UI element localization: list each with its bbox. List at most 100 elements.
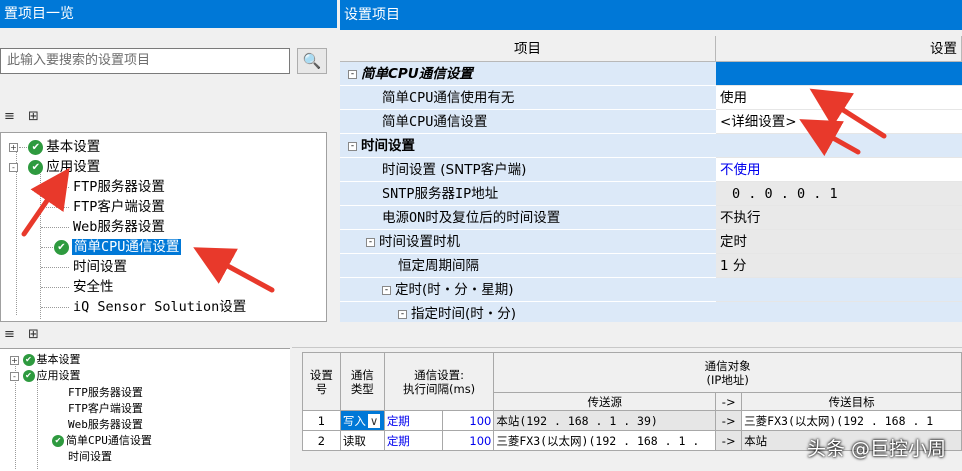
search-input[interactable]: 此输入要搜索的设置项目 <box>0 48 290 74</box>
tree-item-label-selected: 简单CPU通信设置 <box>72 239 182 255</box>
grid-row[interactable]: - 简单CPU通信设置 <box>340 62 962 86</box>
header-setting: 设置 <box>716 36 962 62</box>
grid-row[interactable]: 简单CPU通信使用有无 使用 <box>340 86 962 110</box>
grid-row[interactable]: - 定时(时・分・星期) <box>340 278 962 302</box>
expand-icon[interactable]: + <box>9 142 18 152</box>
collapse-icon[interactable]: - <box>10 371 19 381</box>
group-title: 时间设置 <box>361 138 415 154</box>
tree-item-ftp-server[interactable]: FTP服务器设置 <box>73 177 165 197</box>
tree-expand-icon[interactable]: ⊞ <box>28 109 44 125</box>
row-label: 电源ON时及复位后的时间设置 <box>340 206 716 230</box>
cell-timing[interactable]: 定期 <box>383 430 443 451</box>
tree-item-simple-cpu[interactable]: ✔ 简单CPU通信设置 <box>54 237 182 257</box>
cell-type[interactable]: 读取 <box>339 430 385 451</box>
cell-interval[interactable]: 100 <box>441 430 495 451</box>
row-value[interactable] <box>716 62 962 86</box>
row-value[interactable]: 定时 <box>716 230 962 254</box>
row-value[interactable]: 1 分 <box>716 254 962 278</box>
binoculars-icon[interactable]: 🔍 <box>297 48 327 74</box>
row-label: - 指定时间(时・分) <box>340 302 716 322</box>
row-label: 简单CPU通信使用有无 <box>340 86 716 110</box>
collapse-icon[interactable]: - <box>348 69 357 79</box>
check-icon: ✔ <box>28 159 44 175</box>
collapse-icon[interactable]: - <box>348 141 357 151</box>
tree-item-security[interactable]: 安全性 <box>73 277 114 297</box>
app-window: 置项目一览 此输入要搜索的设置项目 🔍 ≡ ⊞ + ✔ 基本设置 - ✔ 应用设置 … <box>0 0 962 471</box>
sort-icon[interactable]: ≡ <box>4 109 20 125</box>
collapse-icon[interactable]: - <box>382 285 391 295</box>
check-icon: ✔ <box>22 354 35 366</box>
tree-item-web-server[interactable]: Web服务器设置 <box>73 217 165 237</box>
cell-arrow: -> <box>715 430 743 451</box>
tree-item-ftp-client[interactable]: FTP客户端设置 <box>73 197 165 217</box>
row-label: - 简单CPU通信设置 <box>340 62 716 86</box>
settings-tree: + ✔ 基本设置 - ✔ 应用设置 FTP服务器设置 FTP客户端设置 Web服务器… <box>0 132 327 322</box>
tree-item-web-server[interactable]: Web服务器设置 <box>68 417 143 432</box>
row-value <box>716 302 962 322</box>
row-value[interactable]: 使用 <box>716 86 962 110</box>
header-dest: 传送目标 <box>741 392 962 411</box>
row-label: 恒定周期间隔 <box>340 254 716 278</box>
expand-icon[interactable]: + <box>10 355 19 365</box>
settings-grid-pane: 设置项目 项目 设置 - 简单CPU通信设置 简单CPU通信使用有无 使用 简单C… <box>340 0 962 322</box>
row-label: 简单CPU通信设置 <box>340 110 716 134</box>
tree-item-label: 基本设置 <box>36 353 81 366</box>
grid-row[interactable]: 时间设置 (SNTP客户端) 不使用 <box>340 158 962 182</box>
check-icon: ✔ <box>54 239 69 255</box>
grid-row[interactable]: - 时间设置时机 定时 <box>340 230 962 254</box>
tree-item-label: 应用设置 <box>46 159 101 175</box>
cell-interval[interactable]: 100 <box>441 410 495 431</box>
tree-item-basic[interactable]: + ✔ 基本设置 <box>10 352 81 367</box>
grid-header: 项目 设置 <box>340 36 962 62</box>
tree-item-label: 基本设置 <box>46 139 101 155</box>
grid-row[interactable]: - 时间设置 <box>340 134 962 158</box>
row-value[interactable]: 0 . 0 . 0 . 1 <box>716 182 962 206</box>
tree-item-basic[interactable]: + ✔ 基本设置 <box>9 137 100 157</box>
tree-item-ftp-server[interactable]: FTP服务器设置 <box>68 385 143 400</box>
check-icon: ✔ <box>22 370 35 382</box>
grid-row[interactable]: 恒定周期间隔 1 分 <box>340 254 962 278</box>
bottom-tree-toolbar: ≡ ⊞ <box>0 322 290 348</box>
tree-item-application[interactable]: - ✔ 应用设置 <box>9 157 100 177</box>
comm-type-value: 写入 <box>342 413 366 428</box>
cell-source[interactable]: 本站(192 . 168 . 1 . 39) <box>493 410 717 431</box>
row-label: SNTP服务器IP地址 <box>340 182 716 206</box>
tree-item-application[interactable]: - ✔ 应用设置 <box>10 368 81 383</box>
header-comm-setting: 通信设置: 执行间隔(ms) <box>383 352 495 411</box>
check-icon: ✔ <box>52 435 64 447</box>
row-value[interactable]: 不使用 <box>716 158 962 182</box>
row-value <box>716 278 962 302</box>
tree-item-ftp-client[interactable]: FTP客户端设置 <box>68 401 143 416</box>
row-value[interactable]: 不执行 <box>716 206 962 230</box>
grid-row[interactable]: 简单CPU通信设置 <详细设置> <box>340 110 962 134</box>
collapse-icon[interactable]: - <box>398 309 407 319</box>
comm-type-select[interactable]: 写入 ∨ <box>339 410 385 431</box>
collapse-icon[interactable]: - <box>9 162 18 172</box>
tree-item-iq-sensor[interactable]: iQ Sensor Solution设置 <box>73 297 246 317</box>
header-source: 传送源 <box>493 392 717 411</box>
table-row[interactable]: 1 写入 ∨ 定期 100 本站(192 . 168 . 1 . 39) -> 三… <box>302 410 962 431</box>
header-item: 项目 <box>340 36 716 62</box>
row-value[interactable]: <详细设置> <box>716 110 962 134</box>
cell-timing[interactable]: 定期 <box>383 410 443 431</box>
row-value <box>716 134 962 158</box>
grid-row[interactable]: SNTP服务器IP地址 0 . 0 . 0 . 1 <box>340 182 962 206</box>
tree-item-time[interactable]: 时间设置 <box>73 257 127 277</box>
grid-row[interactable]: - 指定时间(时・分) <box>340 302 962 322</box>
check-icon: ✔ <box>28 139 44 155</box>
cell-arrow: -> <box>715 410 743 431</box>
collapse-icon[interactable]: - <box>366 237 375 247</box>
chevron-down-icon[interactable]: ∨ <box>367 413 381 428</box>
header-arrow: -> <box>715 392 743 411</box>
cell-source[interactable]: 三菱FX3(以太网)(192 . 168 . 1 . <box>493 430 717 451</box>
grid-row[interactable]: 电源ON时及复位后的时间设置 不执行 <box>340 206 962 230</box>
row-label: - 时间设置 <box>340 134 716 158</box>
settings-list-pane: 置项目一览 此输入要搜索的设置项目 🔍 ≡ ⊞ + ✔ 基本设置 - ✔ 应用设置 … <box>0 0 337 322</box>
tree-item-time[interactable]: 时间设置 <box>68 449 112 464</box>
tree-item-simple-cpu[interactable]: ✔ 简单CPU通信设置 <box>52 433 152 448</box>
group-title: 定时(时・分・星期) <box>395 282 514 298</box>
tree-expand-icon[interactable]: ⊞ <box>28 327 44 343</box>
cell-dest[interactable]: 三菱FX3(以太网)(192 . 168 . 1 <box>741 410 962 431</box>
sort-icon[interactable]: ≡ <box>4 327 20 343</box>
bottom-settings-tree: + ✔ 基本设置 - ✔ 应用设置 FTP服务器设置 FTP客户端设置 Web服务器… <box>0 348 290 471</box>
